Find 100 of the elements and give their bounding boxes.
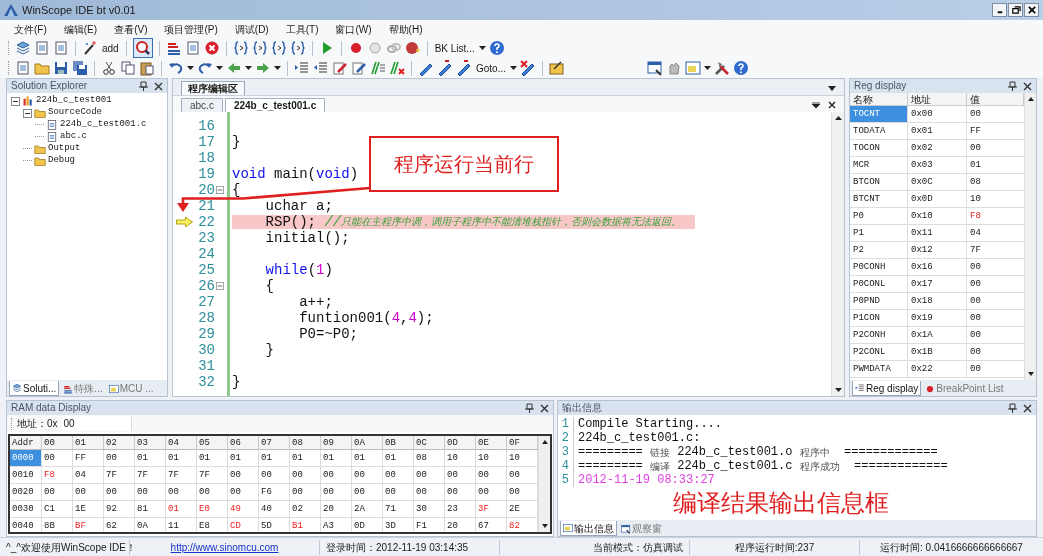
editor-group-tab[interactable]: 程序编辑区 — [181, 81, 245, 95]
stop-icon[interactable] — [203, 40, 220, 56]
file-tab[interactable]: 224b_c_test001.c — [224, 98, 326, 112]
reset-icon[interactable] — [165, 40, 182, 56]
pen-remove-icon[interactable] — [520, 60, 536, 76]
column-header[interactable]: 01 — [73, 436, 104, 449]
caret-icon[interactable] — [828, 86, 836, 91]
menu-item[interactable]: 窗口(W) — [335, 21, 372, 37]
undo-icon[interactable] — [168, 60, 184, 76]
help-icon[interactable] — [488, 40, 505, 56]
close-icon[interactable] — [828, 101, 836, 109]
tools-icon[interactable] — [714, 60, 730, 76]
close-icon[interactable] — [154, 81, 163, 91]
panel-tab[interactable]: Soluti... — [9, 381, 60, 396]
menu-item[interactable]: 帮助(H) — [388, 21, 423, 37]
column-header[interactable]: 07 — [259, 436, 290, 449]
column-header[interactable]: 0C — [414, 436, 445, 449]
column-header[interactable]: 05 — [197, 436, 228, 449]
braces-icon[interactable] — [289, 40, 306, 56]
tree-item[interactable]: SourceCode — [48, 106, 102, 120]
pin-icon[interactable] — [139, 81, 148, 91]
search-button[interactable] — [132, 38, 153, 58]
braces-icon[interactable] — [232, 40, 249, 56]
tree-item[interactable]: abc.c — [60, 130, 87, 144]
close-icon[interactable] — [1023, 81, 1032, 91]
minimize-button[interactable] — [992, 3, 1007, 17]
help-icon[interactable] — [733, 60, 749, 76]
collapse-icon[interactable] — [23, 108, 32, 118]
caret-icon[interactable] — [704, 66, 711, 70]
caret-icon[interactable] — [245, 66, 252, 70]
paste-icon[interactable] — [139, 60, 155, 76]
toolbar-button[interactable]: BK List... — [433, 40, 476, 56]
pin-icon[interactable] — [1008, 81, 1017, 91]
column-header[interactable]: 0B — [383, 436, 414, 449]
column-header[interactable]: 0E — [476, 436, 507, 449]
caret-icon[interactable] — [216, 66, 223, 70]
column-header[interactable]: 03 — [135, 436, 166, 449]
column-header[interactable]: 名称 — [850, 93, 908, 105]
menu-item[interactable]: 查看(V) — [114, 21, 148, 37]
caret-icon[interactable] — [187, 66, 194, 70]
pin-icon[interactable] — [525, 403, 534, 413]
braces-icon[interactable] — [251, 40, 268, 56]
tree-item[interactable]: 224b_c_test001.c — [60, 118, 147, 132]
breakpoint-icon[interactable] — [404, 40, 421, 56]
panel-tab[interactable]: BreakPoint List — [923, 381, 1006, 396]
scrollbar[interactable] — [831, 112, 844, 396]
toolbar-button[interactable]: add — [101, 40, 120, 56]
menu-item[interactable]: 编辑(E) — [63, 21, 98, 37]
column-header[interactable]: 09 — [321, 436, 352, 449]
edit-icon[interactable] — [351, 60, 367, 76]
panel-tab[interactable]: MCU ... — [106, 381, 156, 396]
cut-icon[interactable] — [101, 60, 117, 76]
window-icon[interactable] — [647, 60, 663, 76]
restore-button[interactable] — [1008, 3, 1023, 17]
uncomment-icon[interactable] — [389, 60, 405, 76]
column-header[interactable]: 地址 — [908, 93, 967, 105]
collapse-icon[interactable] — [11, 96, 20, 106]
edit-icon[interactable] — [332, 60, 348, 76]
tree-item[interactable]: Output — [48, 142, 81, 156]
panel-tab[interactable]: 输出信息 — [560, 521, 617, 536]
scrollbar[interactable] — [538, 436, 550, 532]
indent-icon[interactable] — [294, 60, 310, 76]
comment-icon[interactable] — [370, 60, 386, 76]
outdent-icon[interactable] — [313, 60, 329, 76]
menu-item[interactable]: 工具(T) — [285, 21, 319, 37]
file-tab[interactable]: abc.c — [181, 98, 223, 112]
column-header[interactable]: 08 — [290, 436, 321, 449]
tree-item[interactable]: Debug — [48, 154, 75, 168]
column-header[interactable]: 04 — [166, 436, 197, 449]
pen-icon[interactable] — [456, 60, 472, 76]
folder-icon[interactable] — [34, 60, 50, 76]
menu-item[interactable]: 文件(F) — [14, 21, 47, 37]
tree-item[interactable]: 224b_c_test001 — [36, 94, 112, 108]
panel-tab[interactable]: 特殊... — [61, 381, 105, 396]
menu-item[interactable]: 调试(D) — [234, 21, 269, 37]
pin-icon[interactable] — [1008, 403, 1017, 413]
panel-tab[interactable]: Reg display — [852, 381, 922, 396]
scrollbar[interactable] — [1024, 93, 1036, 380]
caret-icon[interactable] — [478, 46, 486, 50]
column-header[interactable]: Addr — [10, 436, 42, 449]
column-header[interactable]: 02 — [104, 436, 135, 449]
column-header[interactable]: 0D — [445, 436, 476, 449]
column-header[interactable]: 00 — [42, 436, 73, 449]
save-icon[interactable] — [53, 60, 69, 76]
toolbar-button[interactable]: Goto... — [475, 60, 507, 76]
braces-icon[interactable] — [270, 40, 287, 56]
export-icon[interactable] — [549, 60, 565, 76]
copy-icon[interactable] — [120, 60, 136, 76]
caret-icon[interactable] — [274, 66, 281, 70]
close-icon[interactable] — [1023, 403, 1032, 413]
pen-icon[interactable] — [437, 60, 453, 76]
panel-tab[interactable]: 观察窗 — [619, 521, 664, 536]
layers-icon[interactable] — [15, 40, 31, 56]
address-field[interactable]: 00 — [61, 416, 132, 431]
redo-icon[interactable] — [197, 60, 213, 76]
menu-item[interactable]: 项目管理(P) — [164, 21, 218, 37]
wand-icon[interactable] — [82, 40, 98, 56]
close-button[interactable] — [1024, 3, 1039, 17]
save-all-icon[interactable] — [72, 60, 88, 76]
close-icon[interactable] — [540, 403, 549, 413]
